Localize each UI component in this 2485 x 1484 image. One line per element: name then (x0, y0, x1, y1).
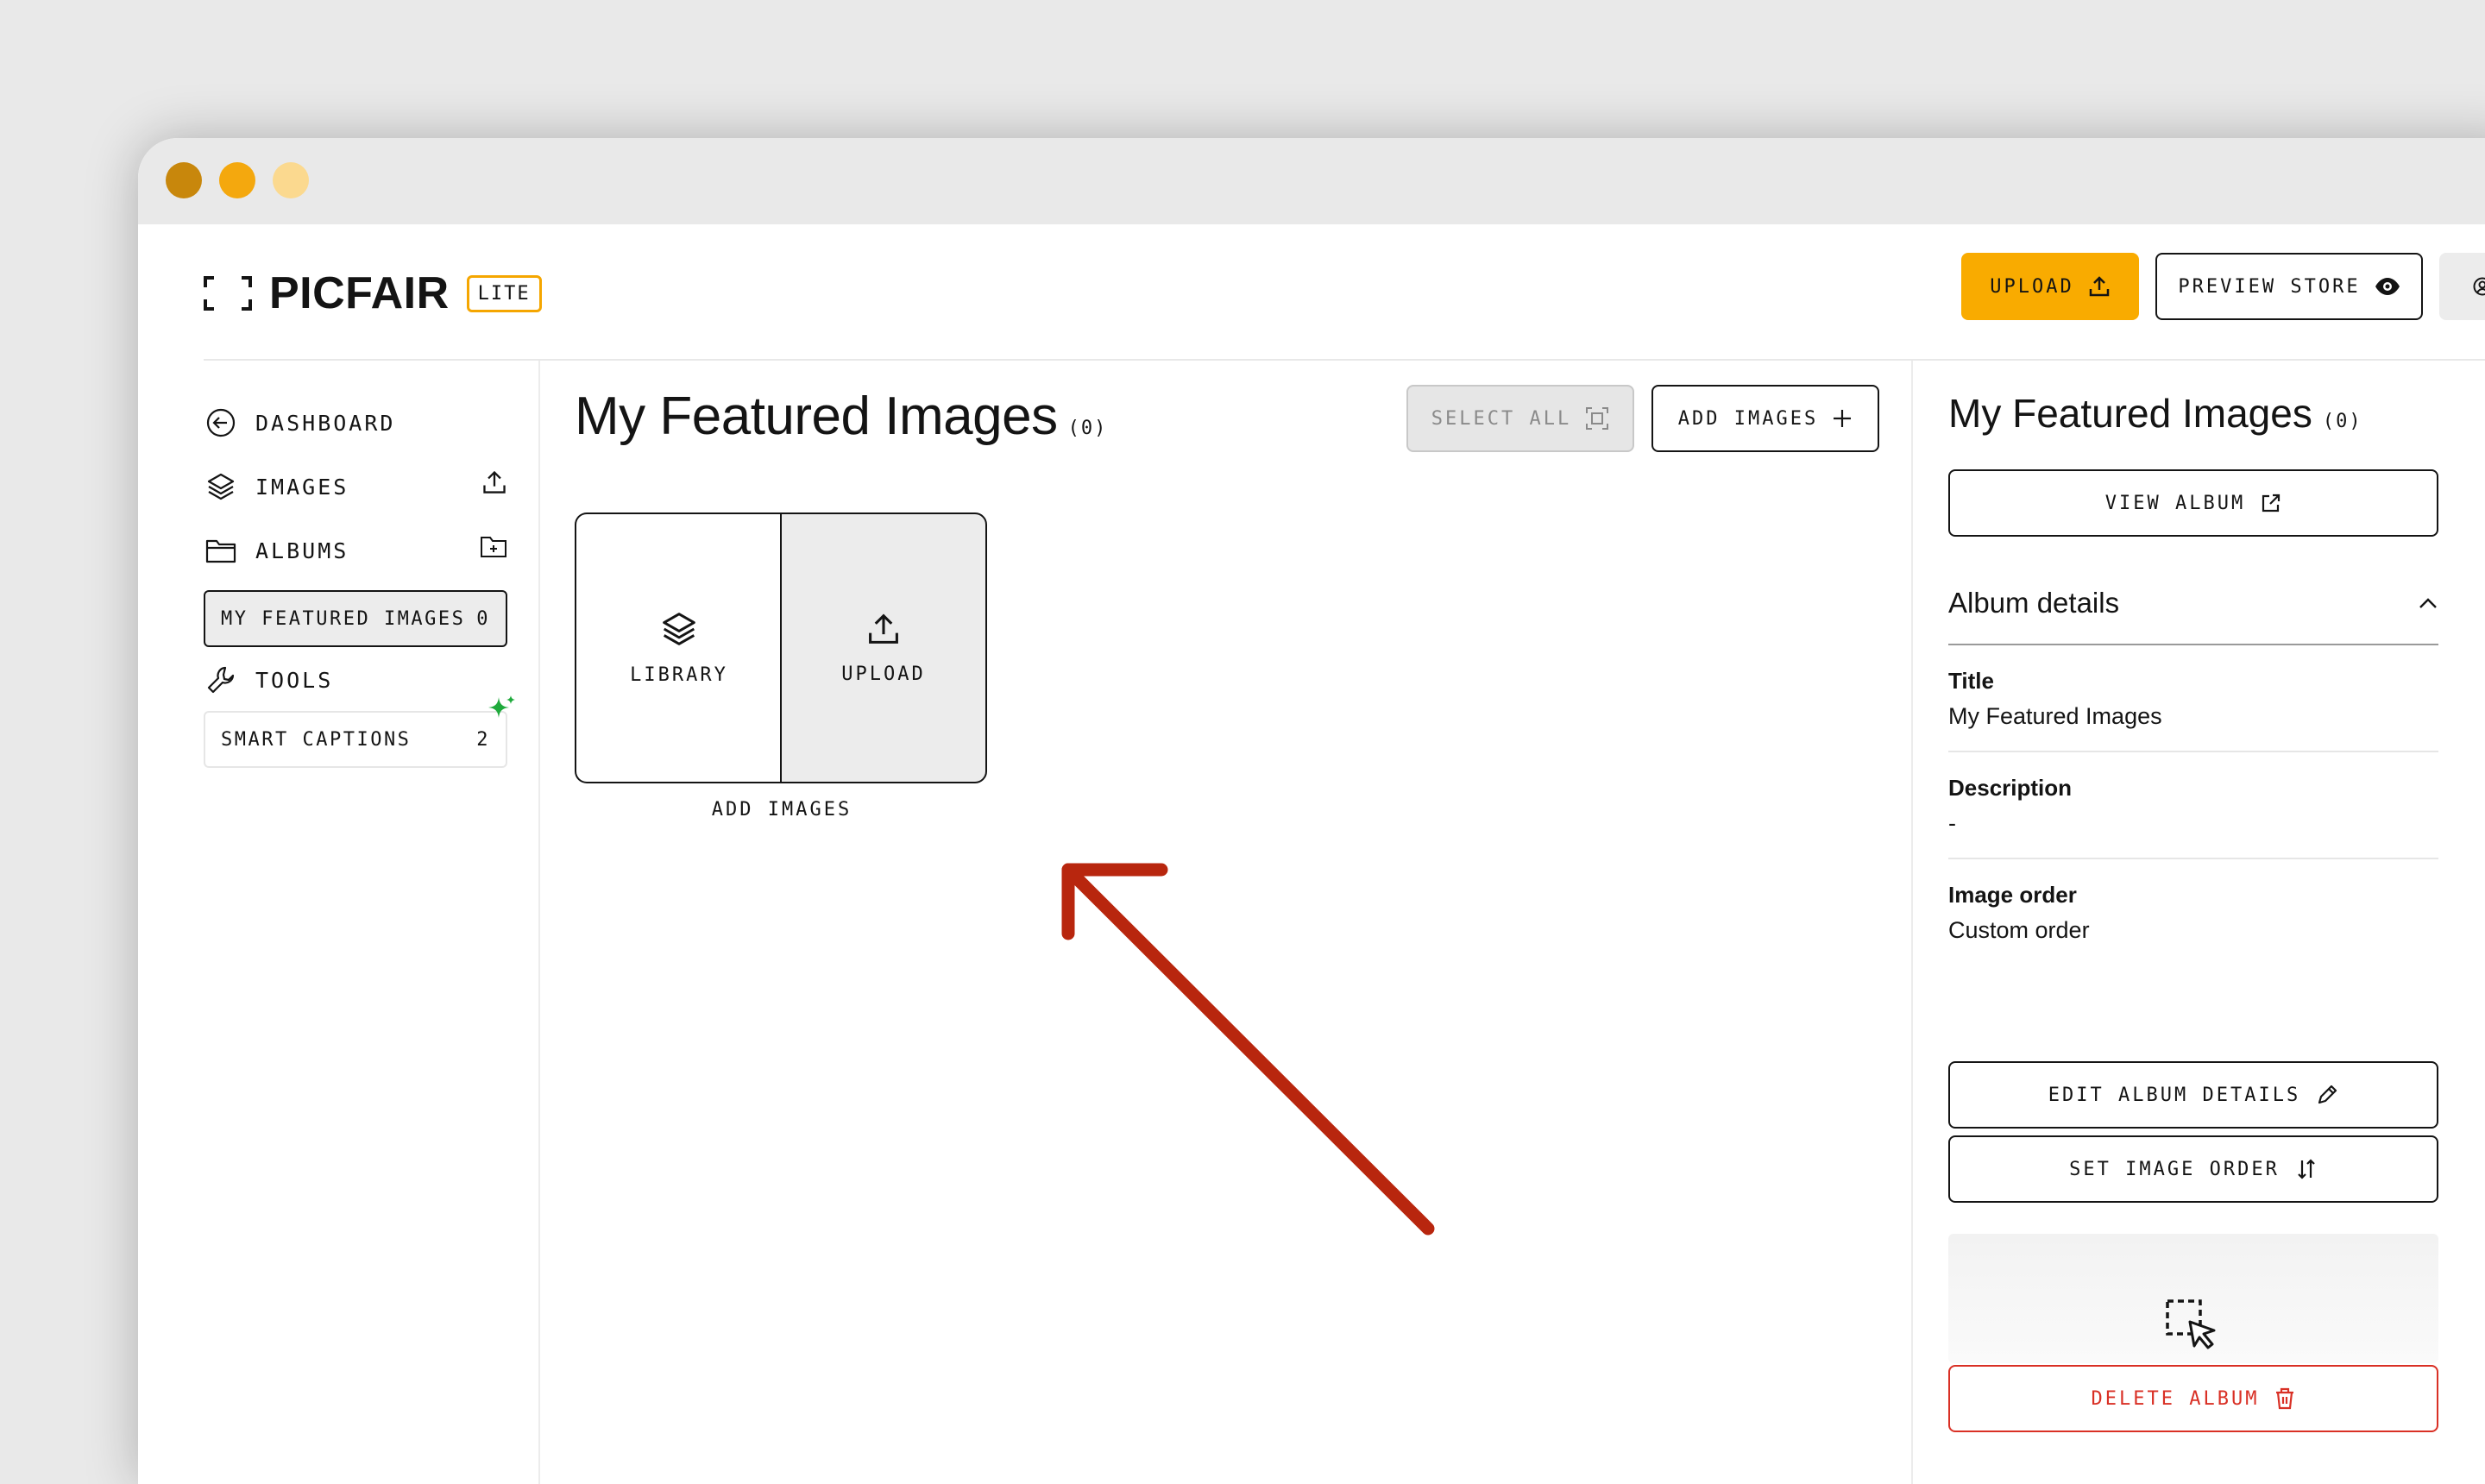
sidebar-item-label: ALBUMS (255, 538, 349, 563)
top-header: PICFAIR LITE UPLOAD PREVIEW STORE (138, 224, 2485, 359)
sparkle-icon (487, 694, 518, 725)
upload-icon[interactable] (481, 469, 507, 500)
folder-icon (204, 533, 238, 568)
chevron-up-icon[interactable] (2418, 596, 2438, 610)
wrench-icon (204, 663, 238, 697)
album-item-my-featured-images[interactable]: MY FEATURED IMAGES 0 (204, 590, 507, 647)
upload-icon (2088, 275, 2111, 298)
pointer-arrow-annotation (915, 716, 1536, 1277)
field-label: Title (1948, 668, 2438, 695)
plus-icon (1832, 408, 1853, 429)
eye-icon (2375, 277, 2400, 296)
minimize-window-dot[interactable] (219, 162, 255, 198)
layers-icon (204, 469, 238, 504)
field-image-order: Image order Custom order (1948, 882, 2438, 944)
panel-title-count: (0) (2323, 411, 2362, 432)
edit-album-details-button[interactable]: EDIT ALBUM DETAILS (1948, 1061, 2438, 1129)
upload-icon (866, 612, 901, 646)
back-arrow-icon (204, 406, 238, 440)
page-title: My Featured Images (0) (575, 386, 1107, 447)
album-details-title: Album details (1948, 587, 2119, 619)
view-album-label: VIEW ALBUM (2105, 493, 2245, 514)
select-all-button[interactable]: SELECT ALL (1406, 385, 1634, 452)
sidebar-divider (538, 361, 540, 1484)
layers-icon (661, 611, 697, 647)
external-link-icon (2261, 493, 2281, 513)
set-image-order-label: SET IMAGE ORDER (2069, 1159, 2280, 1180)
trash-icon (2274, 1387, 2295, 1410)
page-title-count: (0) (1068, 418, 1108, 439)
app-window: PICFAIR LITE UPLOAD PREVIEW STORE DASHBO… (138, 138, 2485, 1484)
field-description: Description - (1948, 775, 2438, 837)
library-tile-label: LIBRARY (630, 664, 728, 686)
maximize-window-dot[interactable] (273, 162, 309, 198)
add-images-button[interactable]: ADD IMAGES (1651, 385, 1879, 452)
brand-name: PICFAIR (269, 267, 450, 319)
sidebar-item-label: TOOLS (255, 668, 333, 693)
panel-title: My Featured Images (0) (1948, 390, 2362, 437)
field-label: Description (1948, 775, 2438, 802)
page-title-text: My Featured Images (575, 387, 1058, 446)
upload-button[interactable]: UPLOAD (1961, 253, 2139, 320)
close-window-dot[interactable] (166, 162, 202, 198)
sort-arrows-icon (2295, 1158, 2318, 1180)
preview-store-label: PREVIEW STORE (2178, 276, 2360, 298)
user-icon (2473, 277, 2485, 296)
upload-tile-label: UPLOAD (841, 663, 925, 685)
field-divider (1948, 751, 2438, 752)
lite-badge: LITE (467, 275, 542, 312)
sidebar-item-dashboard[interactable]: DASHBOARD (204, 397, 507, 449)
panel-title-text: My Featured Images (1948, 391, 2312, 436)
add-images-label: ADD IMAGES (1678, 408, 1818, 430)
sidebar-item-tools[interactable]: TOOLS (204, 654, 507, 706)
smart-captions-count: 2 (476, 729, 490, 751)
album-details-header[interactable]: Album details (1948, 587, 2438, 619)
smart-captions-label: SMART CAPTIONS (221, 729, 411, 751)
sidebar-item-label: IMAGES (255, 475, 349, 500)
set-image-order-button[interactable]: SET IMAGE ORDER (1948, 1135, 2438, 1203)
select-frame-icon (1585, 406, 1609, 431)
window-titlebar (138, 138, 2485, 224)
view-album-button[interactable]: VIEW ALBUM (1948, 469, 2438, 537)
delete-album-label: DELETE ALBUM (2092, 1388, 2260, 1410)
section-divider (1948, 644, 2438, 645)
upload-button-label: UPLOAD (1990, 276, 2073, 298)
field-value: - (1948, 810, 2438, 837)
edit-album-label: EDIT ALBUM DETAILS (2048, 1085, 2300, 1106)
delete-album-button[interactable]: DELETE ALBUM (1948, 1365, 2438, 1432)
frame-logo-icon (204, 276, 252, 311)
smart-captions-item[interactable]: SMART CAPTIONS 2 (204, 711, 507, 768)
select-all-label: SELECT ALL (1431, 408, 1571, 430)
select-cursor-icon (2164, 1298, 2221, 1355)
panel-divider (1911, 361, 1913, 1484)
logo[interactable]: PICFAIR LITE (204, 259, 542, 328)
add-folder-icon[interactable] (480, 533, 507, 564)
field-label: Image order (1948, 882, 2438, 909)
preview-store-button[interactable]: PREVIEW STORE (2155, 253, 2423, 320)
header-divider (204, 359, 2485, 361)
field-title: Title My Featured Images (1948, 668, 2438, 730)
sidebar-item-label: DASHBOARD (255, 411, 395, 436)
album-item-count: 0 (476, 608, 490, 630)
field-value: Custom order (1948, 917, 2438, 944)
account-button[interactable] (2439, 253, 2485, 320)
pencil-icon (2316, 1084, 2338, 1106)
field-divider (1948, 858, 2438, 859)
sidebar-item-images[interactable]: IMAGES (204, 461, 507, 512)
field-value: My Featured Images (1948, 703, 2438, 730)
sidebar-item-albums[interactable]: ALBUMS (204, 525, 507, 576)
library-tile[interactable]: LIBRARY (575, 512, 782, 783)
album-item-label: MY FEATURED IMAGES (221, 608, 465, 630)
